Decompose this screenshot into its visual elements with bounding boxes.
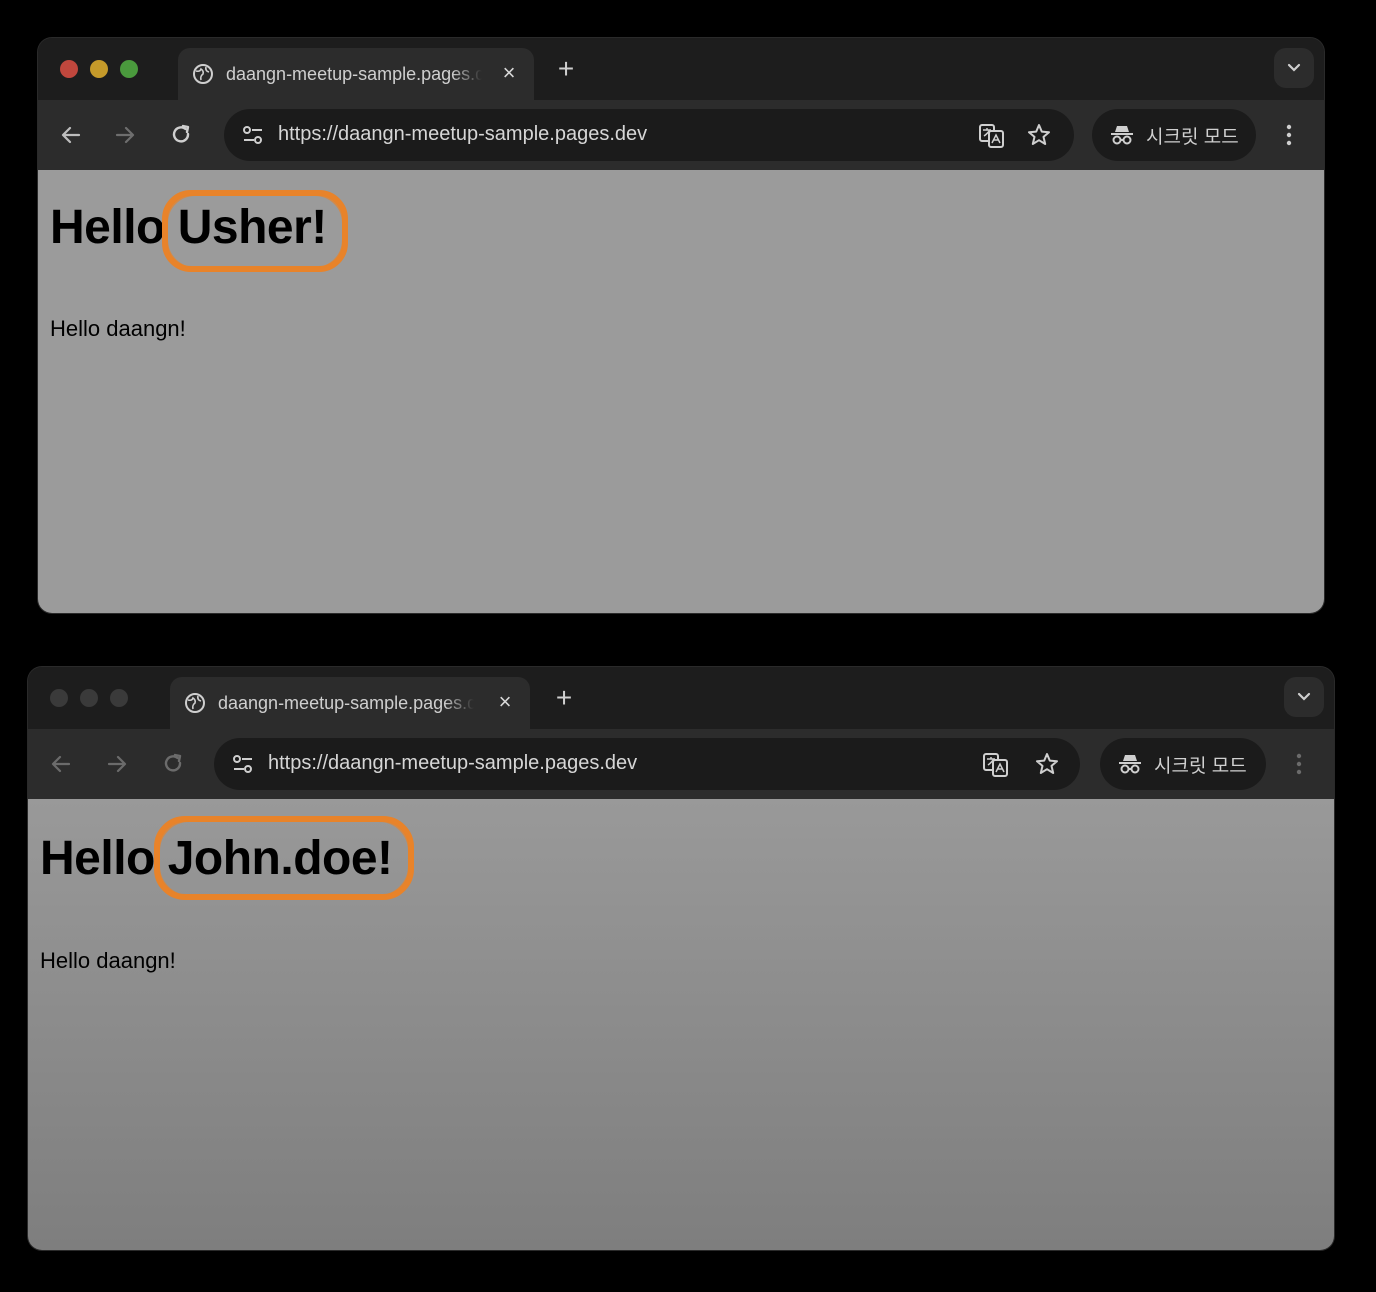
address-bar[interactable]: https://daangn-meetup-sample.pages.dev xyxy=(224,109,1074,161)
browser-tab[interactable]: daangn-meetup-sample.pages.dev × xyxy=(178,48,534,100)
more-menu-icon[interactable] xyxy=(1292,749,1306,779)
maximize-window-button[interactable] xyxy=(120,60,138,78)
site-settings-icon[interactable] xyxy=(240,122,266,148)
incognito-icon xyxy=(1111,126,1133,145)
more-menu-icon[interactable] xyxy=(1282,120,1296,150)
back-button[interactable] xyxy=(46,749,76,779)
star-icon[interactable] xyxy=(1026,122,1052,148)
tab-title: daangn-meetup-sample.pages.dev xyxy=(218,692,474,713)
address-bar[interactable]: https://daangn-meetup-sample.pages.dev xyxy=(214,738,1080,790)
heading-username: John.doe! xyxy=(167,832,393,885)
reload-icon xyxy=(164,753,182,772)
forward-button[interactable] xyxy=(102,749,132,779)
window-controls xyxy=(60,60,138,78)
back-button[interactable] xyxy=(56,120,86,150)
incognito-indicator[interactable]: 시크릿 모드 xyxy=(1092,109,1256,161)
browser-tab[interactable]: daangn-meetup-sample.pages.dev × xyxy=(170,677,530,729)
tab-title: daangn-meetup-sample.pages.dev xyxy=(226,63,482,84)
forward-arrow-icon xyxy=(115,126,135,144)
site-settings-icon[interactable] xyxy=(230,751,256,777)
close-window-button[interactable] xyxy=(60,60,78,78)
tab-close-icon[interactable]: × xyxy=(500,60,518,86)
page-paragraph: Hello daangn! xyxy=(40,948,176,973)
url-text[interactable]: https://daangn-meetup-sample.pages.dev xyxy=(278,123,647,146)
star-icon[interactable] xyxy=(1034,751,1060,777)
browser-window-bottom: daangn-meetup-sample.pages.dev × + https… xyxy=(28,667,1334,1250)
heading-username: Usher! xyxy=(177,201,328,254)
back-arrow-icon xyxy=(61,126,81,144)
globe-icon xyxy=(185,693,205,713)
page-heading: Hello Usher! xyxy=(50,200,327,255)
reload-button[interactable] xyxy=(166,120,196,150)
page-content: Hello Usher! Hello daangn! xyxy=(38,170,1324,613)
incognito-label: 시크릿 모드 xyxy=(1154,755,1247,777)
heading-greeting: Hello xyxy=(50,201,165,254)
chevron-down-icon xyxy=(1287,63,1301,72)
browser-toolbar: https://daangn-meetup-sample.pages.dev 시… xyxy=(38,100,1324,170)
browser-toolbar: https://daangn-meetup-sample.pages.dev 시… xyxy=(28,729,1334,799)
window-controls xyxy=(50,689,128,707)
page-content: Hello John.doe! Hello daangn! xyxy=(28,799,1334,1250)
tab-close-icon[interactable]: × xyxy=(496,689,514,715)
incognito-icon xyxy=(1119,755,1141,774)
close-window-button[interactable] xyxy=(50,689,68,707)
tab-strip: daangn-meetup-sample.pages.dev × + xyxy=(38,38,1324,100)
reload-icon xyxy=(172,124,190,143)
forward-button[interactable] xyxy=(110,120,140,150)
tab-search-button[interactable] xyxy=(1274,48,1314,88)
tab-strip: daangn-meetup-sample.pages.dev × + xyxy=(28,667,1334,729)
heading-greeting: Hello xyxy=(40,832,155,885)
tab-search-button[interactable] xyxy=(1284,677,1324,717)
back-arrow-icon xyxy=(51,755,71,773)
translate-icon[interactable] xyxy=(978,122,1006,150)
incognito-indicator[interactable]: 시크릿 모드 xyxy=(1100,738,1266,790)
new-tab-button[interactable]: + xyxy=(551,54,581,84)
chevron-down-icon xyxy=(1297,692,1311,701)
page-paragraph: Hello daangn! xyxy=(50,316,186,341)
globe-icon xyxy=(193,64,213,84)
new-tab-button[interactable]: + xyxy=(549,683,579,713)
reload-button[interactable] xyxy=(158,749,188,779)
minimize-window-button[interactable] xyxy=(90,60,108,78)
forward-arrow-icon xyxy=(107,755,127,773)
maximize-window-button[interactable] xyxy=(110,689,128,707)
browser-window-top: daangn-meetup-sample.pages.dev × + https… xyxy=(38,38,1324,613)
translate-icon[interactable] xyxy=(982,751,1010,779)
incognito-label: 시크릿 모드 xyxy=(1146,126,1239,148)
page-heading: Hello John.doe! xyxy=(40,831,393,886)
url-text[interactable]: https://daangn-meetup-sample.pages.dev xyxy=(268,752,637,775)
minimize-window-button[interactable] xyxy=(80,689,98,707)
